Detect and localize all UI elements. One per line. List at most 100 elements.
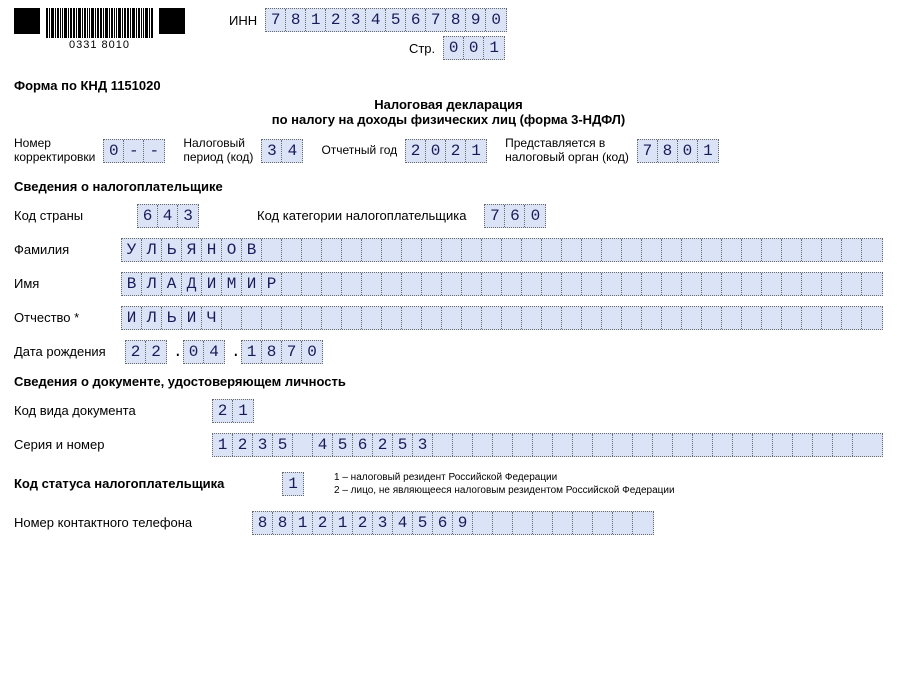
- cell: [853, 434, 873, 456]
- cell: [862, 307, 882, 329]
- cell: [793, 434, 813, 456]
- tax-office-field[interactable]: 7801: [637, 139, 719, 163]
- cell: [722, 273, 742, 295]
- cell: [462, 307, 482, 329]
- cell: [533, 512, 553, 534]
- form-code: Форма по КНД 1151020: [14, 78, 883, 93]
- cell: [822, 239, 842, 261]
- cell: 1: [306, 9, 326, 31]
- cell: -: [144, 140, 164, 162]
- cell: [262, 307, 282, 329]
- cell: 2: [446, 140, 466, 162]
- cell: [802, 273, 822, 295]
- cell: [642, 273, 662, 295]
- cell: 6: [406, 9, 426, 31]
- cell: [713, 434, 733, 456]
- cell: И: [182, 307, 202, 329]
- inn-field[interactable]: 781234567890: [265, 8, 507, 32]
- patronymic-label: Отчество *: [14, 310, 103, 325]
- cell: 2: [406, 140, 426, 162]
- inn-label: ИНН: [229, 13, 257, 28]
- barcode-number: 0331 8010: [69, 39, 130, 51]
- country-code-field[interactable]: 643: [137, 204, 199, 228]
- cell: [593, 512, 613, 534]
- patronymic-field[interactable]: ИЛЬИЧ: [121, 306, 883, 330]
- cell: 2: [233, 434, 253, 456]
- cell: [682, 273, 702, 295]
- cell: [362, 239, 382, 261]
- payer-category-label: Код категории налогоплательщика: [257, 208, 466, 223]
- payer-category-field[interactable]: 760: [484, 204, 546, 228]
- doc-serial-field[interactable]: 1235 456253: [212, 433, 883, 457]
- report-year-field[interactable]: 2021: [405, 139, 487, 163]
- cell: [453, 434, 473, 456]
- doc-serial-label: Серия и номер: [14, 437, 194, 452]
- cell: 4: [313, 434, 333, 456]
- cell: [742, 273, 762, 295]
- cell: [342, 307, 362, 329]
- tax-period-field[interactable]: 34: [261, 139, 303, 163]
- cell: 0: [525, 205, 545, 227]
- cell: 3: [373, 512, 393, 534]
- cell: [282, 239, 302, 261]
- cell: [562, 239, 582, 261]
- cell: [502, 307, 522, 329]
- correction-field[interactable]: 0--: [103, 139, 165, 163]
- cell: [522, 239, 542, 261]
- birthdate-year-field[interactable]: 1870: [241, 340, 323, 364]
- cell: [682, 239, 702, 261]
- cell: [753, 434, 773, 456]
- doc-type-field[interactable]: 21: [212, 399, 254, 423]
- firstname-field[interactable]: ВЛАДИМИР: [121, 272, 883, 296]
- cell: 2: [313, 512, 333, 534]
- cell: 2: [373, 434, 393, 456]
- cell: [522, 307, 542, 329]
- cell: [502, 273, 522, 295]
- cell: Л: [142, 307, 162, 329]
- cell: [742, 239, 762, 261]
- tax-office-label: Представляется в налоговый орган (код): [505, 137, 629, 165]
- status-code-legend: 1 – налоговый резидент Российской Федера…: [334, 471, 675, 497]
- cell: 1: [233, 400, 253, 422]
- cell: [833, 434, 853, 456]
- cell: [473, 512, 493, 534]
- cell: [602, 239, 622, 261]
- cell: [862, 273, 882, 295]
- title-line-2: по налогу на доходы физических лиц (форм…: [14, 112, 883, 127]
- birthdate-day-field[interactable]: 22: [125, 340, 167, 364]
- cell: [542, 307, 562, 329]
- cell: 1: [213, 434, 233, 456]
- cell: 4: [158, 205, 178, 227]
- cell: [513, 434, 533, 456]
- cell: [562, 273, 582, 295]
- cell: [462, 273, 482, 295]
- status-code-field[interactable]: 1: [282, 472, 304, 496]
- taxpayer-section-heading: Сведения о налогоплательщике: [14, 179, 883, 194]
- cell: [553, 434, 573, 456]
- report-year-label: Отчетный год: [321, 144, 397, 158]
- cell: 1: [698, 140, 718, 162]
- phone-field[interactable]: 88121234569: [252, 511, 654, 535]
- cell: 7: [638, 140, 658, 162]
- cell: Р: [262, 273, 282, 295]
- surname-field[interactable]: УЛЬЯНОВ: [121, 238, 883, 262]
- cell: 3: [413, 434, 433, 456]
- status-legend-1: 1 – налоговый резидент Российской Федера…: [334, 471, 675, 484]
- cell: [702, 307, 722, 329]
- cell: [762, 273, 782, 295]
- cell: [533, 434, 553, 456]
- cell: 7: [266, 9, 286, 31]
- barcode: 0331 8010: [46, 8, 153, 51]
- correction-label: Номер корректировки: [14, 137, 95, 165]
- cell: 1: [466, 140, 486, 162]
- tax-period-label: Налоговый период (код): [183, 137, 253, 165]
- dot-separator: .: [231, 343, 235, 361]
- cell: 6: [138, 205, 158, 227]
- birthdate-month-field[interactable]: 04: [183, 340, 225, 364]
- cell: В: [122, 273, 142, 295]
- cell: 8: [286, 9, 306, 31]
- cell: [542, 273, 562, 295]
- cell: 6: [353, 434, 373, 456]
- barcode-lines: [46, 8, 153, 38]
- cell: 5: [333, 434, 353, 456]
